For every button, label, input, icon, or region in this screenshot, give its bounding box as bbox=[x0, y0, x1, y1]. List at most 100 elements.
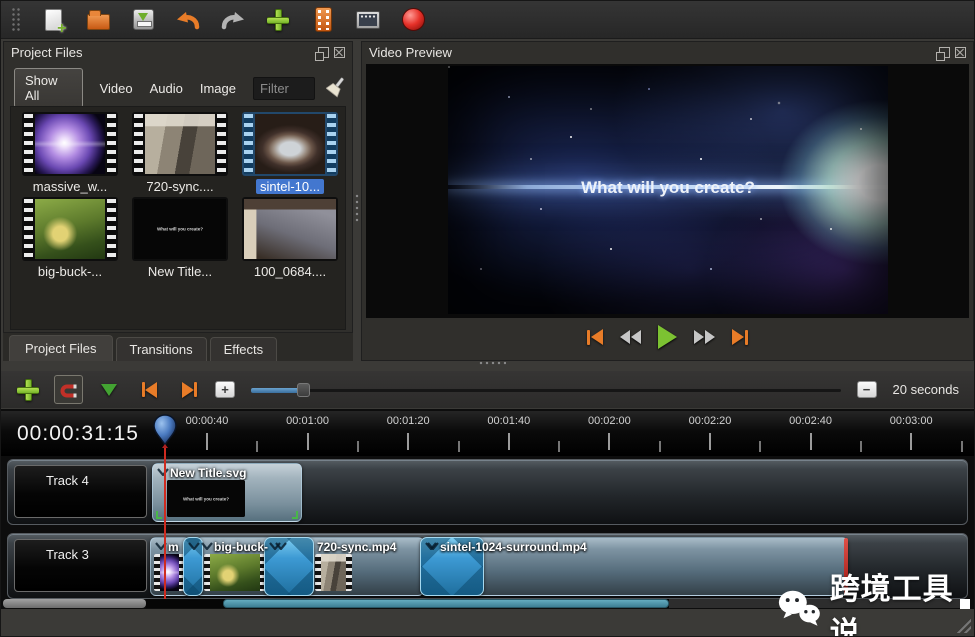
close-panel-icon[interactable] bbox=[955, 46, 966, 58]
import-files-button[interactable] bbox=[264, 6, 292, 34]
panel-title: Project Files bbox=[11, 44, 83, 60]
tab-transitions[interactable]: Transitions bbox=[115, 337, 207, 361]
filter-tab-image[interactable]: Image bbox=[200, 81, 236, 96]
track-labels-scrollbar[interactable] bbox=[3, 599, 146, 608]
ruler-tick-label: 00:00:40 bbox=[185, 415, 229, 427]
save-project-button[interactable] bbox=[129, 6, 157, 34]
timeline-clip[interactable]: New Title.svg What will you create? bbox=[152, 463, 302, 522]
file-item[interactable]: massive_w... bbox=[15, 112, 125, 194]
fast-forward-button[interactable] bbox=[691, 324, 718, 350]
new-project-button[interactable]: + bbox=[39, 6, 67, 37]
tab-effects[interactable]: Effects bbox=[209, 337, 278, 361]
jump-to-end-button[interactable] bbox=[729, 324, 751, 350]
file-label: New Title... bbox=[147, 264, 213, 279]
clear-filter-icon[interactable] bbox=[325, 76, 346, 101]
file-item[interactable]: big-buck-... bbox=[15, 197, 125, 279]
panel-title: Video Preview bbox=[369, 44, 452, 60]
playback-controls bbox=[362, 324, 973, 350]
export-video-button[interactable] bbox=[399, 6, 427, 34]
ruler-tick-minor bbox=[759, 441, 762, 452]
clip-handle-right[interactable] bbox=[292, 511, 298, 519]
add-track-button[interactable] bbox=[14, 376, 42, 404]
rewind-button[interactable] bbox=[617, 324, 644, 350]
rewind-icon bbox=[620, 330, 630, 344]
tab-project-files[interactable]: Project Files bbox=[9, 335, 113, 361]
filter-tab-show-all[interactable]: Show All bbox=[14, 68, 83, 108]
clip-thumbnail: What will you create? bbox=[167, 480, 245, 517]
jump-end-icon bbox=[732, 329, 744, 345]
ruler-tick-label: 00:01:00 bbox=[286, 415, 330, 427]
screen-icon bbox=[356, 10, 380, 29]
track-label[interactable]: Track 4 bbox=[14, 465, 147, 518]
undo-icon bbox=[177, 11, 200, 29]
file-item[interactable]: sintel-10... bbox=[235, 112, 345, 194]
file-thumbnail bbox=[22, 112, 118, 176]
ruler-tick-major bbox=[709, 433, 711, 450]
open-project-button[interactable] bbox=[84, 6, 112, 34]
float-panel-icon[interactable] bbox=[315, 46, 329, 61]
ruler-tick-minor bbox=[356, 441, 359, 452]
clip-label: sintel-1024-surround.mp4 bbox=[440, 540, 587, 554]
title-thumbnail-art: What will you create? bbox=[134, 199, 226, 259]
jump-start-icon bbox=[587, 329, 590, 345]
snapping-toggle[interactable] bbox=[54, 375, 83, 404]
fullscreen-button[interactable] bbox=[354, 6, 382, 34]
add-marker-button[interactable] bbox=[95, 376, 123, 404]
preview-stage: What will you create? bbox=[366, 64, 969, 318]
zoom-out-button[interactable]: − bbox=[856, 381, 877, 398]
ruler-tick-major bbox=[910, 433, 913, 450]
street-clip-art bbox=[321, 554, 346, 591]
timeline-clip[interactable]: big-buck- bbox=[196, 537, 274, 596]
ruler-tick-major bbox=[206, 433, 208, 450]
close-panel-icon[interactable] bbox=[334, 46, 345, 58]
sphere-clip-art bbox=[160, 554, 179, 591]
zoom-scale-label: 20 seconds bbox=[892, 382, 960, 397]
ruler-tick-major bbox=[306, 433, 309, 450]
slider-handle[interactable] bbox=[297, 382, 310, 397]
timeline-zoom-slider[interactable] bbox=[251, 382, 841, 398]
choose-profile-button[interactable] bbox=[309, 6, 337, 34]
undo-button[interactable] bbox=[174, 6, 202, 34]
filter-tab-video[interactable]: Video bbox=[100, 81, 133, 96]
project-files-list: massive_w... 720-sync.... sintel-10... big-… bbox=[10, 106, 346, 330]
track-row-track-4[interactable]: Track 4 New Title.svg What will you create… bbox=[7, 459, 968, 525]
video-title-text: What will you create? bbox=[581, 178, 755, 197]
file-label: massive_w... bbox=[32, 179, 108, 194]
video-preview-header: Video Preview bbox=[362, 42, 973, 62]
toolbar-grip[interactable] bbox=[11, 6, 22, 33]
track-label[interactable]: Track 3 bbox=[14, 539, 147, 592]
previous-marker-button[interactable] bbox=[135, 376, 163, 404]
next-marker-button[interactable] bbox=[175, 376, 203, 404]
sphere-thumbnail-art bbox=[35, 114, 105, 174]
vertical-splitter-handle[interactable] bbox=[354, 193, 360, 223]
horizontal-splitter-handle[interactable] bbox=[478, 360, 506, 366]
project-files-header: Project Files bbox=[4, 42, 352, 62]
street-thumbnail-art bbox=[145, 114, 215, 174]
ruler-tick-label: 00:03:00 bbox=[889, 415, 933, 427]
file-item[interactable]: What will you create? New Title... bbox=[125, 197, 235, 279]
zoom-in-button[interactable]: + bbox=[215, 381, 235, 398]
ruler-tick-minor bbox=[859, 441, 862, 452]
video-preview-panel: Video Preview What will you create? bbox=[361, 41, 974, 361]
nature-clip-art bbox=[210, 554, 260, 591]
next-marker-icon bbox=[181, 381, 194, 398]
clip-handle-left[interactable] bbox=[156, 511, 162, 519]
jump-to-start-button[interactable] bbox=[584, 324, 606, 350]
ruler-tick-major bbox=[608, 433, 611, 450]
ruler-tick-minor bbox=[256, 441, 259, 452]
filter-input[interactable] bbox=[253, 76, 315, 100]
file-item[interactable]: 720-sync.... bbox=[125, 112, 235, 194]
float-panel-icon[interactable] bbox=[936, 46, 950, 61]
timeline-ruler[interactable]: 00:00:31:15 00:00:40 00:01:00 00:01:20 00:0… bbox=[1, 411, 974, 456]
timeline-scrollbar-thumb[interactable] bbox=[223, 599, 669, 608]
file-item[interactable]: 100_0684.... bbox=[235, 197, 345, 279]
ruler-tick-label: 00:01:40 bbox=[487, 415, 531, 427]
playhead-marker[interactable] bbox=[152, 414, 178, 456]
clip-thumbnail bbox=[154, 554, 185, 591]
file-thumbnail bbox=[242, 197, 338, 261]
play-button[interactable] bbox=[655, 324, 680, 350]
filter-tab-audio[interactable]: Audio bbox=[150, 81, 183, 96]
redo-button[interactable] bbox=[219, 6, 247, 34]
file-label: big-buck-... bbox=[37, 264, 103, 279]
ruler-tick-major bbox=[507, 433, 510, 450]
